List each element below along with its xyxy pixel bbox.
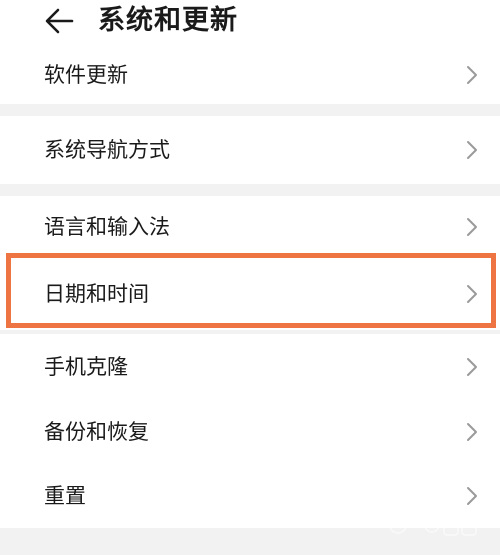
settings-item-date-time[interactable]: 日期和时间 <box>0 258 500 330</box>
chevron-right-icon <box>467 218 477 236</box>
settings-item-language-input[interactable]: 语言和输入法 <box>0 196 500 258</box>
settings-group-backup-reset: 手机克隆 备份和恢复 重置 <box>0 334 500 528</box>
page-title: 系统和更新 <box>98 5 238 36</box>
settings-item-label: 日期和时间 <box>44 282 149 306</box>
settings-item-phone-clone[interactable]: 手机克隆 <box>0 334 500 400</box>
settings-group-language-date: 语言和输入法 日期和时间 <box>0 196 500 330</box>
settings-item-label: 语言和输入法 <box>44 215 170 239</box>
settings-item-system-navigation[interactable]: 系统导航方式 <box>0 116 500 184</box>
chevron-right-icon <box>467 423 477 441</box>
settings-group-software-update: 软件更新 <box>0 46 500 104</box>
chevron-right-icon <box>467 487 477 505</box>
settings-item-label: 备份和恢复 <box>44 420 149 444</box>
chevron-right-icon <box>467 285 477 303</box>
settings-item-label: 系统导航方式 <box>44 138 170 162</box>
top-app-bar: 系统和更新 <box>0 0 500 46</box>
chevron-right-icon <box>467 358 477 376</box>
settings-item-label: 手机克隆 <box>44 355 128 379</box>
arrow-left-icon[interactable] <box>42 4 78 38</box>
baidu-jingyan-logo <box>389 514 477 536</box>
settings-item-label: 重置 <box>44 484 86 508</box>
settings-group-navigation: 系统导航方式 <box>0 116 500 184</box>
settings-item-backup-restore[interactable]: 备份和恢复 <box>0 400 500 464</box>
settings-item-software-update[interactable]: 软件更新 <box>0 46 500 104</box>
settings-item-label: 软件更新 <box>44 63 128 87</box>
chevron-right-icon <box>467 66 477 84</box>
chevron-right-icon <box>467 141 477 159</box>
